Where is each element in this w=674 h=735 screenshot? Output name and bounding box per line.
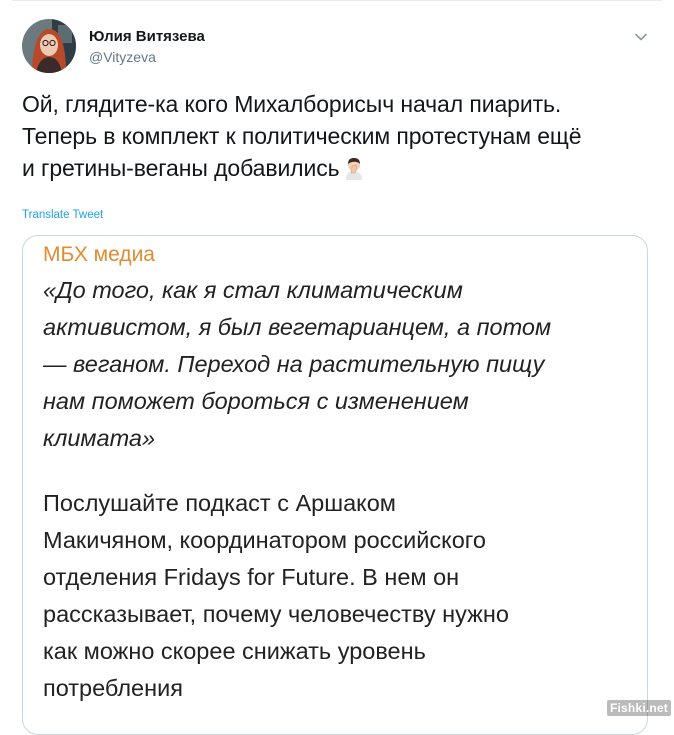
divider xyxy=(12,0,662,1)
facepalm-emoji-icon xyxy=(342,156,366,180)
tweet: Юлия Витязева @Vityzeva Ой, глядите-ка к… xyxy=(0,0,674,735)
avatar-photo-icon xyxy=(22,19,76,73)
watermark: Fishki.net xyxy=(606,700,671,716)
tweet-text: Ой, глядите-ка кого Михалборисыч начал п… xyxy=(22,88,652,184)
avatar[interactable] xyxy=(22,19,76,73)
user-info: Юлия Витязева @Vityzeva xyxy=(89,27,205,66)
chevron-down-icon[interactable] xyxy=(632,28,650,46)
link-card[interactable]: МБХ медиа «До того, как я стал климатиче… xyxy=(22,235,648,735)
card-source: МБХ медиа xyxy=(43,243,155,266)
tweet-text-content: Ой, глядите-ка кого Михалборисыч начал п… xyxy=(22,91,582,181)
display-name[interactable]: Юлия Витязева xyxy=(89,27,205,47)
card-quote: «До того, как я стал климатическим актив… xyxy=(43,277,552,451)
translate-tweet-link[interactable]: Translate Tweet xyxy=(22,209,103,221)
card-body: Послушайте подкаст с Аршаком Макичяном, … xyxy=(43,490,509,701)
user-handle[interactable]: @Vityzeva xyxy=(89,48,205,66)
